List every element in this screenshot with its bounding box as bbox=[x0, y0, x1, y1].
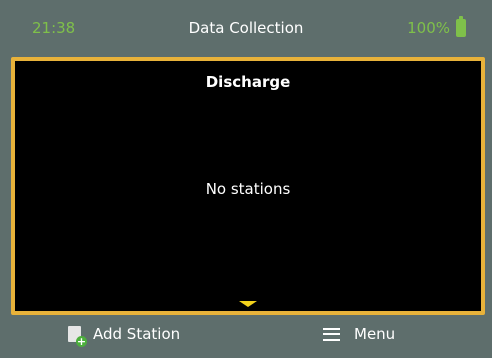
softkey-bar: Add Station Menu bbox=[0, 315, 492, 358]
device-screen: 21:38 Data Collection 100% Discharge No … bbox=[0, 0, 492, 358]
chevron-down-icon[interactable] bbox=[239, 301, 257, 307]
add-station-icon bbox=[68, 326, 87, 347]
battery-status: 100% bbox=[407, 16, 466, 37]
battery-icon bbox=[456, 16, 466, 37]
hamburger-menu-icon bbox=[323, 327, 340, 341]
add-station-button[interactable]: Add Station bbox=[68, 325, 181, 347]
panel-title: Discharge bbox=[205, 73, 291, 91]
status-bar: 21:38 Data Collection 100% bbox=[0, 0, 492, 55]
menu-label: Menu bbox=[354, 325, 396, 343]
add-station-label: Add Station bbox=[93, 325, 181, 343]
station-list-panel[interactable]: Discharge No stations bbox=[11, 57, 485, 315]
empty-state-message: No stations bbox=[205, 180, 291, 198]
battery-percentage: 100% bbox=[407, 19, 450, 37]
menu-button[interactable]: Menu bbox=[323, 325, 395, 343]
